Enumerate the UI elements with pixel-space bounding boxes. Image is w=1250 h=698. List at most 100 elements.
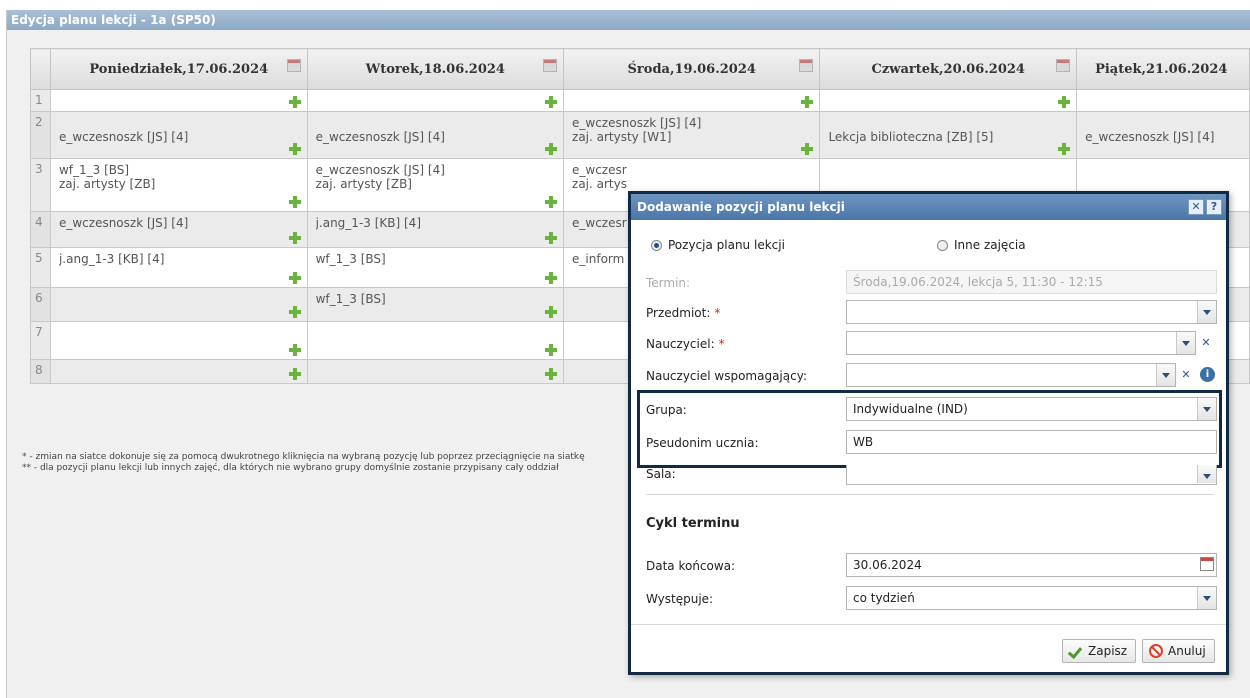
- schedule-cell[interactable]: [1076, 89, 1250, 112]
- add-plus-icon[interactable]: [288, 196, 301, 208]
- schedule-cell[interactable]: [49, 359, 308, 384]
- day-header[interactable]: Piątek,21.06.2024: [1076, 48, 1250, 90]
- wystepuje-select[interactable]: co tydzień: [846, 586, 1217, 610]
- pseudonim-input[interactable]: WB: [846, 430, 1217, 454]
- lesson-entry: zaj. artysty [ZB]: [315, 177, 412, 191]
- lesson-entry: wf_1_3 [BS]: [58, 163, 130, 177]
- schedule-cell[interactable]: wf_1_3 [BS] zaj. artysty [ZB]: [49, 158, 308, 212]
- schedule-cell[interactable]: wf_1_3 [BS]: [306, 287, 565, 322]
- footnotes: * - zmian na siatce dokonuje się za pomo…: [22, 452, 622, 474]
- footnote: * - zmian na siatce dokonuje się za pomo…: [22, 452, 585, 462]
- add-plus-icon[interactable]: [1058, 143, 1071, 155]
- nauczyciel-wsp-select[interactable]: [846, 363, 1176, 387]
- lesson-number: 5: [30, 247, 51, 288]
- add-plus-icon[interactable]: [288, 306, 301, 318]
- lesson-entry: e_wczesnoszk [JS] [4]: [58, 130, 189, 144]
- grupa-select[interactable]: Indywidualne (IND): [846, 397, 1217, 421]
- add-plus-icon[interactable]: [801, 143, 814, 155]
- schedule-cell[interactable]: j.ang_1-3 [KB] [4]: [49, 247, 308, 288]
- lesson-entry: Lekcja biblioteczna [ZB] [5]: [828, 130, 994, 144]
- help-icon[interactable]: ?: [1206, 199, 1222, 215]
- add-plus-icon[interactable]: [288, 344, 301, 356]
- add-plus-icon[interactable]: [545, 272, 558, 284]
- lesson-number: 6: [30, 287, 51, 322]
- lesson-number: 1: [30, 89, 51, 112]
- schedule-cell[interactable]: j.ang_1-3 [KB] [4]: [306, 211, 565, 248]
- schedule-cell[interactable]: [306, 89, 565, 112]
- przedmiot-select[interactable]: [846, 300, 1217, 324]
- chevron-down-icon[interactable]: [1156, 364, 1175, 386]
- schedule-cell[interactable]: Lekcja biblioteczna [ZB] [5]: [819, 111, 1078, 159]
- schedule-cell[interactable]: e_wczesnoszk [JS] [4] zaj. artysty [W1]: [563, 111, 821, 159]
- grupa-label: Grupa:: [646, 403, 687, 417]
- lesson-number: 3: [30, 158, 51, 212]
- data-koncowa-row: Data końcowa: 30.06.2024: [646, 553, 1217, 579]
- dialog-title-bar: Dodawanie pozycji planu lekcji ✕ ?: [631, 194, 1226, 220]
- schedule-cell[interactable]: [563, 89, 821, 112]
- schedule-cell[interactable]: e_wczesnoszk [JS] [4]: [1076, 111, 1250, 159]
- lesson-number: 8: [30, 359, 51, 384]
- add-plus-icon[interactable]: [288, 272, 301, 284]
- termin-field: Środa,19.06.2024, lekcja 5, 11:30 - 12:1…: [846, 270, 1217, 294]
- sala-select[interactable]: [846, 465, 1217, 485]
- calendar-icon[interactable]: [286, 59, 301, 72]
- cancel-icon: [1149, 644, 1163, 658]
- schedule-cell[interactable]: [306, 321, 565, 360]
- schedule-cell[interactable]: [49, 89, 308, 112]
- chevron-down-icon[interactable]: [1197, 587, 1216, 609]
- day-header[interactable]: Czwartek,20.06.2024: [819, 48, 1078, 90]
- add-plus-icon[interactable]: [1058, 96, 1071, 108]
- save-button[interactable]: Zapisz: [1062, 639, 1137, 663]
- chevron-down-icon[interactable]: [1197, 398, 1216, 420]
- clear-icon[interactable]: ✕: [1178, 367, 1194, 383]
- lesson-entry: e_wczesnoszk [JS] [4]: [315, 130, 445, 144]
- add-plus-icon[interactable]: [545, 96, 558, 108]
- lesson-entry: zaj. artysty [ZB]: [58, 177, 156, 191]
- nauczyciel-select[interactable]: [846, 331, 1196, 355]
- chevron-down-icon[interactable]: [1176, 332, 1195, 354]
- chevron-down-icon[interactable]: [1197, 465, 1216, 483]
- add-plus-icon[interactable]: [288, 368, 301, 380]
- schedule-cell[interactable]: [49, 287, 308, 322]
- lesson-entry: e_wczesnoszk [JS] [4]: [1085, 130, 1215, 144]
- calendar-icon[interactable]: [799, 59, 814, 72]
- add-plus-icon[interactable]: [545, 344, 558, 356]
- add-plus-icon[interactable]: [545, 232, 558, 244]
- info-icon[interactable]: i: [1200, 367, 1215, 382]
- add-plus-icon[interactable]: [545, 368, 558, 380]
- add-plus-icon[interactable]: [288, 232, 301, 244]
- schedule-row: 1: [30, 89, 1250, 112]
- add-plus-icon[interactable]: [545, 306, 558, 318]
- grupa-row: Grupa: Indywidualne (IND): [646, 397, 1217, 423]
- radio-selected-icon[interactable]: [651, 239, 662, 251]
- radio-unselected-icon[interactable]: [937, 239, 948, 251]
- add-plus-icon[interactable]: [545, 143, 558, 155]
- divider: [646, 494, 1214, 495]
- schedule-cell[interactable]: e_wczesnoszk [JS] [4]: [306, 111, 565, 159]
- add-plus-icon[interactable]: [801, 96, 814, 108]
- add-plus-icon[interactable]: [545, 196, 558, 208]
- cancel-button[interactable]: Anuluj: [1142, 639, 1215, 663]
- schedule-cell[interactable]: [819, 89, 1078, 112]
- day-header[interactable]: Środa,19.06.2024: [563, 48, 821, 90]
- day-header[interactable]: Wtorek,18.06.2024: [306, 48, 565, 90]
- chevron-down-icon[interactable]: [1197, 301, 1216, 323]
- schedule-row: 2 e_wczesnoszk [JS] [4] e_wczesnoszk [JS] …: [30, 111, 1250, 159]
- schedule-cell[interactable]: e_wczesnoszk [JS] [4]: [49, 211, 308, 248]
- day-header[interactable]: Poniedziałek,17.06.2024: [49, 48, 308, 90]
- schedule-cell[interactable]: wf_1_3 [BS]: [306, 247, 565, 288]
- close-icon[interactable]: ✕: [1188, 199, 1204, 215]
- data-koncowa-input[interactable]: 30.06.2024: [846, 553, 1217, 577]
- schedule-cell[interactable]: e_wczesnoszk [JS] [4]: [49, 111, 308, 159]
- clear-icon[interactable]: ✕: [1198, 335, 1214, 351]
- schedule-cell[interactable]: [49, 321, 308, 360]
- add-plus-icon[interactable]: [288, 96, 301, 108]
- schedule-cell[interactable]: e_wczesnoszk [JS] [4] zaj. artysty [ZB]: [306, 158, 565, 212]
- add-plus-icon[interactable]: [288, 143, 301, 155]
- calendar-icon[interactable]: [1056, 59, 1071, 72]
- radio-lesson-position[interactable]: Pozycja planu lekcji: [651, 238, 785, 252]
- schedule-cell[interactable]: [306, 359, 565, 384]
- calendar-icon[interactable]: [543, 59, 558, 72]
- radio-other-classes[interactable]: Inne zajęcia: [937, 238, 1026, 252]
- calendar-icon[interactable]: [1200, 557, 1214, 571]
